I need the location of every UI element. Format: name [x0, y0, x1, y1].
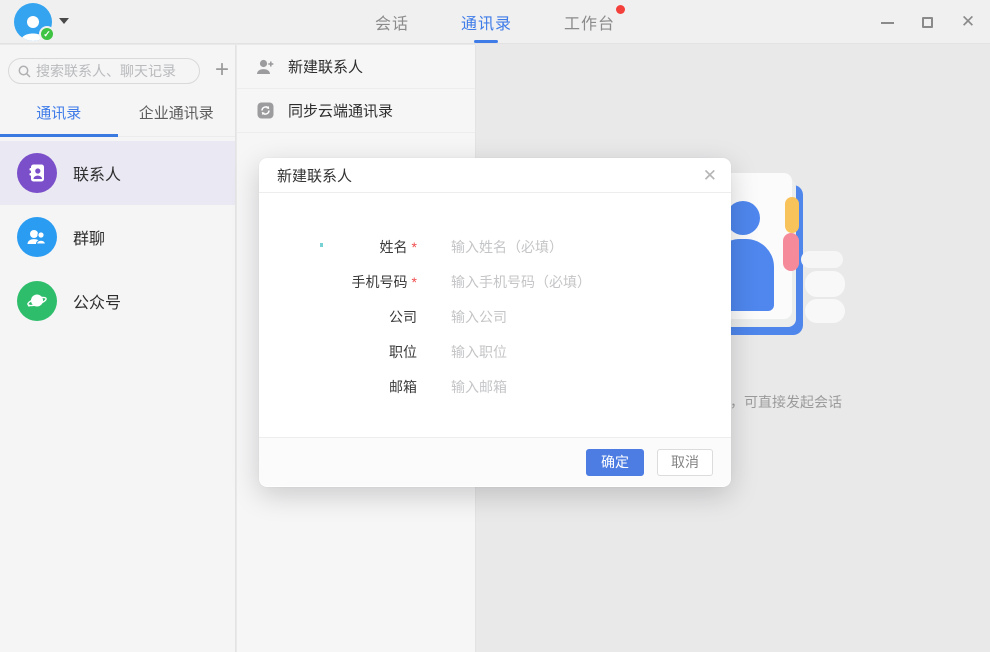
action-label: 同步云端通讯录	[288, 100, 393, 121]
form-row-title: 职位	[259, 334, 731, 369]
form-row-phone: 手机号码*	[259, 264, 731, 299]
sidebar-item-label: 群聊	[73, 225, 105, 249]
main-caption: ，可直接发起会话	[730, 392, 842, 412]
email-input[interactable]	[451, 379, 701, 395]
maximize-button[interactable]	[920, 14, 936, 30]
search-box[interactable]	[8, 58, 200, 84]
active-tab-underline	[0, 134, 118, 137]
official-account-icon	[17, 281, 57, 321]
maximize-icon	[922, 17, 933, 28]
add-button[interactable]: +	[211, 58, 233, 84]
phone-input[interactable]	[451, 274, 701, 290]
modal-close-icon[interactable]: ✕	[703, 167, 717, 184]
modal-title: 新建联系人	[277, 165, 352, 186]
field-label: 手机号码	[352, 274, 408, 290]
sidebar-item-label: 联系人	[73, 161, 121, 185]
illustration-pink-tab	[783, 233, 799, 271]
app-window: ✓ 会话 通讯录 工作台 ✕ +	[0, 0, 990, 652]
required-mark: *	[412, 239, 417, 255]
minimize-icon	[881, 22, 894, 24]
sidebar-list: 联系人 群聊	[0, 141, 235, 333]
window-controls: ✕	[880, 0, 976, 44]
illustration-yellow-tab	[785, 197, 799, 233]
add-contact-icon	[255, 57, 275, 77]
tab-contacts[interactable]: 通讯录	[461, 10, 512, 34]
contact-book-illustration	[705, 173, 885, 373]
modal-footer: 确定 取消	[259, 437, 731, 486]
titlebar: ✓ 会话 通讯录 工作台 ✕	[0, 0, 990, 44]
new-contact-action[interactable]: 新建联系人	[237, 45, 475, 89]
sidebar-tab-contacts[interactable]: 通讯录	[0, 99, 118, 136]
sidebar-item-group-chats[interactable]: 群聊	[0, 205, 235, 269]
field-label: 公司	[389, 309, 417, 325]
modal-header: 新建联系人 ✕	[259, 158, 731, 193]
form-row-company: 公司	[259, 299, 731, 334]
close-icon: ✕	[960, 14, 976, 30]
name-input[interactable]	[451, 239, 701, 255]
form-row-name: 姓名*	[259, 229, 731, 264]
tab-workbench-label: 工作台	[564, 16, 615, 33]
sidebar-tabbar: 通讯录 企业通讯录	[0, 99, 235, 137]
field-label: 职位	[389, 344, 417, 360]
modal-body: 姓名* 手机号码* 公司 职位 邮箱	[259, 193, 731, 437]
notification-dot	[616, 5, 625, 14]
sidebar-tab-enterprise-contacts[interactable]: 企业通讯录	[118, 99, 236, 136]
cancel-button[interactable]: 取消	[657, 449, 713, 476]
action-label: 新建联系人	[288, 56, 363, 77]
text-cursor-artifact	[320, 243, 323, 247]
confirm-button[interactable]: 确定	[586, 449, 644, 476]
sidebar-item-label: 公众号	[73, 289, 121, 313]
form-row-email: 邮箱	[259, 369, 731, 404]
required-mark: *	[412, 274, 417, 290]
tab-workbench[interactable]: 工作台	[564, 10, 615, 34]
group-chat-icon	[17, 217, 57, 257]
sidebar-item-official-accounts[interactable]: 公众号	[0, 269, 235, 333]
company-input[interactable]	[451, 309, 701, 325]
search-input[interactable]	[36, 63, 196, 79]
new-contact-modal: 新建联系人 ✕ 姓名* 手机号码* 公司 职位 邮箱	[259, 158, 731, 487]
sync-icon	[255, 101, 275, 121]
tab-sessions[interactable]: 会话	[375, 10, 409, 34]
search-row: +	[0, 45, 235, 84]
sync-cloud-contacts-action[interactable]: 同步云端通讯录	[237, 89, 475, 133]
illustration-person-icon	[726, 201, 760, 235]
contact-book-icon	[17, 153, 57, 193]
main-nav: 会话 通讯录 工作台	[0, 0, 990, 44]
close-button[interactable]: ✕	[960, 14, 976, 30]
search-icon	[18, 65, 31, 78]
field-label: 姓名	[380, 239, 408, 255]
field-label: 邮箱	[389, 379, 417, 395]
job-title-input[interactable]	[451, 344, 701, 360]
sidebar-item-contacts[interactable]: 联系人	[0, 141, 235, 205]
minimize-button[interactable]	[880, 14, 896, 30]
sidebar: + 通讯录 企业通讯录 联系人	[0, 45, 236, 652]
